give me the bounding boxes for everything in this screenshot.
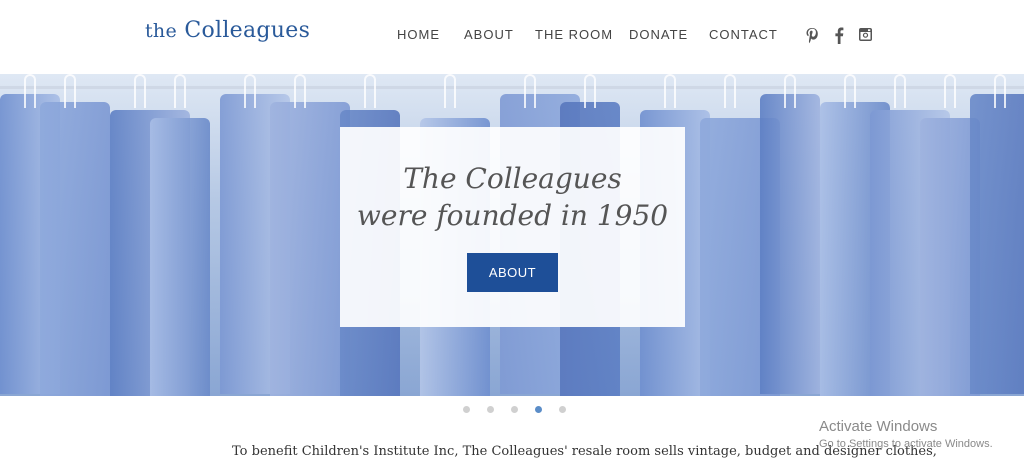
hero-title-line1: The Colleagues [403, 162, 622, 195]
slider-dots [463, 406, 566, 413]
instagram-icon[interactable] [858, 27, 873, 44]
hanger-graphic [24, 74, 36, 108]
nav-about[interactable]: ABOUT [464, 27, 535, 42]
slider-dot-1[interactable] [463, 406, 470, 413]
social-links [804, 27, 873, 44]
hanger-graphic [524, 74, 536, 108]
hanger-graphic [894, 74, 906, 108]
slider-dot-3[interactable] [511, 406, 518, 413]
watermark-subtitle: Go to Settings to activate Windows. [819, 438, 993, 450]
slider-dot-5[interactable] [559, 406, 566, 413]
hanger-graphic [724, 74, 736, 108]
shirt-graphic [760, 94, 820, 394]
clothes-rack [0, 86, 1024, 89]
hanger-graphic [64, 74, 76, 108]
watermark-title: Activate Windows [819, 418, 938, 435]
hanger-graphic [944, 74, 956, 108]
nav-contact[interactable]: CONTACT [709, 27, 779, 42]
nav-donate[interactable]: DONATE [629, 27, 709, 42]
shirt-graphic [970, 94, 1024, 394]
hero-title-line2: were founded in 1950 [356, 199, 669, 232]
hanger-graphic [174, 74, 186, 108]
nav-the-room[interactable]: THE ROOM [535, 27, 629, 42]
main-nav: HOME ABOUT THE ROOM DONATE CONTACT [397, 27, 779, 42]
hanger-graphic [844, 74, 856, 108]
shirt-graphic [150, 118, 210, 396]
site-header: the Colleagues HOME ABOUT THE ROOM DONAT… [0, 0, 1024, 74]
logo-name: Colleagues [184, 18, 311, 43]
hero-about-button[interactable]: ABOUT [467, 253, 558, 292]
nav-home[interactable]: HOME [397, 27, 464, 42]
hanger-graphic [364, 74, 376, 108]
hanger-graphic [134, 74, 146, 108]
hanger-graphic [784, 74, 796, 108]
hero-title: The Colleagues were founded in 1950 [340, 160, 685, 234]
hanger-graphic [994, 74, 1006, 108]
activate-windows-watermark: Activate Windows Go to Settings to activ… [819, 418, 993, 450]
hanger-graphic [664, 74, 676, 108]
hanger-graphic [294, 74, 306, 108]
pinterest-icon[interactable] [804, 27, 819, 44]
hero-slider[interactable]: The Colleagues were founded in 1950 ABOU… [0, 74, 1024, 396]
shirt-graphic [270, 102, 350, 396]
facebook-icon[interactable] [831, 27, 846, 44]
hanger-graphic [244, 74, 256, 108]
slider-dot-4[interactable] [535, 406, 542, 413]
slider-dot-2[interactable] [487, 406, 494, 413]
shirt-graphic [40, 102, 110, 396]
intro-text: To benefit Children's Institute Inc, The… [232, 444, 937, 459]
hanger-graphic [444, 74, 456, 108]
hanger-graphic [584, 74, 596, 108]
site-logo[interactable]: the Colleagues [145, 18, 310, 43]
hero-caption-box: The Colleagues were founded in 1950 ABOU… [340, 127, 685, 327]
logo-the: the [145, 20, 178, 42]
